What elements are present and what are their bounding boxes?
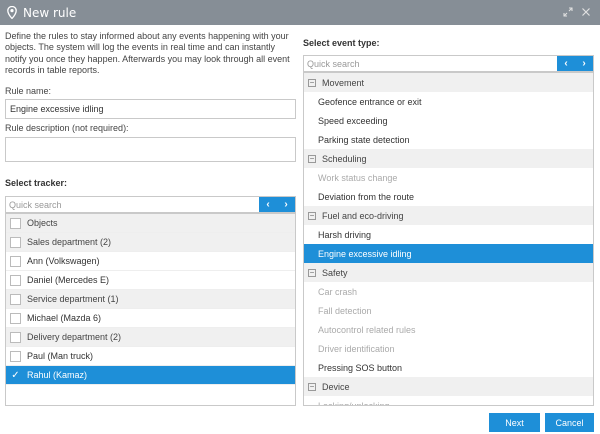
tracker-item-row[interactable]: ✓ Rahul (Kamaz) xyxy=(6,366,295,385)
tracker-group-label: Delivery department (2) xyxy=(27,332,122,342)
left-panel: Define the rules to stay informed about … xyxy=(5,31,296,81)
event-search-input[interactable]: Quick search xyxy=(304,59,557,69)
row-checkbox[interactable] xyxy=(10,331,21,343)
event-item-label: Locking/unlocking xyxy=(318,400,390,406)
title-bar: New rule xyxy=(0,0,600,25)
check-icon[interactable]: ✓ xyxy=(10,370,21,381)
event-item-driver-identification: Driver identification xyxy=(304,339,593,358)
event-item-label: Autocontrol related rules xyxy=(318,324,416,335)
tracker-group-label: Service department (1) xyxy=(27,294,119,304)
event-item-parking-state-detection[interactable]: Parking state detection xyxy=(304,130,593,149)
tracker-search[interactable]: Quick search ‹ › xyxy=(5,196,296,213)
tracker-list: Objects Sales department (2) Ann (Volkswa… xyxy=(5,213,296,406)
event-category-label: Device xyxy=(322,381,350,392)
event-item-geofence-entrance-or-exit[interactable]: Geofence entrance or exit xyxy=(304,92,593,111)
event-item-label: Geofence entrance or exit xyxy=(318,96,422,107)
event-category-movement[interactable]: − Movement xyxy=(304,73,593,92)
event-item-engine-excessive-idling[interactable]: Engine excessive idling xyxy=(304,244,593,263)
select-tracker-label: Select tracker: xyxy=(5,178,68,188)
event-item-autocontrol-related-rules: Autocontrol related rules xyxy=(304,320,593,339)
objects-header-row[interactable]: Objects xyxy=(6,214,295,233)
tracker-item-row[interactable]: Daniel (Mercedes E) xyxy=(6,271,295,290)
event-category-scheduling[interactable]: − Scheduling xyxy=(304,149,593,168)
event-category-label: Movement xyxy=(322,77,365,88)
map-pin-icon xyxy=(6,6,18,20)
row-checkbox[interactable] xyxy=(10,312,21,324)
event-item-label: Deviation from the route xyxy=(318,191,415,202)
event-item-deviation-from-the-route[interactable]: Deviation from the route xyxy=(304,187,593,206)
event-item-locking-unlocking: Locking/unlocking xyxy=(304,396,593,406)
minus-icon[interactable]: − xyxy=(308,78,316,87)
event-pager[interactable]: ‹ › xyxy=(557,56,593,71)
minus-icon[interactable]: − xyxy=(308,382,316,391)
tracker-item-row[interactable]: Paul (Man truck) xyxy=(6,347,295,366)
expand-icon[interactable] xyxy=(562,6,574,18)
window-title: New rule xyxy=(23,5,77,20)
event-item-label: Engine excessive idling xyxy=(318,248,412,259)
chevron-left-icon[interactable]: ‹ xyxy=(564,58,567,69)
event-item-fall-detection: Fall detection xyxy=(304,301,593,320)
row-checkbox[interactable] xyxy=(10,350,21,362)
row-checkbox[interactable] xyxy=(10,293,21,305)
tracker-item-label: Daniel (Mercedes E) xyxy=(27,275,110,285)
close-icon[interactable] xyxy=(580,6,592,18)
event-category-device[interactable]: − Device xyxy=(304,377,593,396)
minus-icon[interactable]: − xyxy=(308,211,316,220)
rule-name-input[interactable]: Engine excessive idling xyxy=(5,99,296,119)
tracker-pager[interactable]: ‹ › xyxy=(259,197,295,212)
event-item-label: Car crash xyxy=(318,286,358,297)
tracker-item-label: Rahul (Kamaz) xyxy=(27,370,88,380)
event-item-label: Fall detection xyxy=(318,305,372,316)
event-item-car-crash: Car crash xyxy=(304,282,593,301)
event-item-speed-exceeding[interactable]: Speed exceeding xyxy=(304,111,593,130)
minus-icon[interactable]: − xyxy=(308,154,316,163)
event-category-label: Safety xyxy=(322,267,348,278)
tracker-group-row[interactable]: Service department (1) xyxy=(6,290,295,309)
rule-name-label: Rule name: xyxy=(5,86,52,96)
select-all-checkbox[interactable] xyxy=(10,217,21,229)
event-item-pressing-sos-button[interactable]: Pressing SOS button xyxy=(304,358,593,377)
next-button[interactable]: Next xyxy=(489,413,540,432)
event-item-work-status-change: Work status change xyxy=(304,168,593,187)
event-category-fuel-and-eco-driving[interactable]: − Fuel and eco-driving xyxy=(304,206,593,225)
event-item-label: Driver identification xyxy=(318,343,395,354)
chevron-left-icon[interactable]: ‹ xyxy=(266,199,269,210)
tracker-item-label: Paul (Man truck) xyxy=(27,351,94,361)
event-item-label: Work status change xyxy=(318,172,398,183)
event-category-label: Fuel and eco-driving xyxy=(322,210,404,221)
tracker-item-label: Ann (Volkswagen) xyxy=(27,256,100,266)
event-item-label: Pressing SOS button xyxy=(318,362,403,373)
rule-description-label: Rule description (not required): xyxy=(5,123,129,133)
tracker-item-label: Michael (Mazda 6) xyxy=(27,313,102,323)
rule-intro-text: Define the rules to stay informed about … xyxy=(5,31,290,76)
chevron-right-icon[interactable]: › xyxy=(284,199,287,210)
cancel-button[interactable]: Cancel xyxy=(545,413,594,432)
minus-icon[interactable]: − xyxy=(308,268,316,277)
tracker-group-label: Sales department (2) xyxy=(27,237,112,247)
tracker-group-row[interactable]: Delivery department (2) xyxy=(6,328,295,347)
event-item-label: Harsh driving xyxy=(318,229,372,240)
select-event-type-label: Select event type: xyxy=(303,38,380,48)
event-search[interactable]: Quick search ‹ › xyxy=(303,55,594,72)
event-type-list: − Movement Geofence entrance or exit Speed … xyxy=(303,72,594,406)
event-item-label: Speed exceeding xyxy=(318,115,388,126)
tracker-item-row[interactable]: Ann (Volkswagen) xyxy=(6,252,295,271)
event-item-label: Parking state detection xyxy=(318,134,410,145)
objects-header-label: Objects xyxy=(27,218,58,228)
row-checkbox[interactable] xyxy=(10,236,21,248)
row-checkbox[interactable] xyxy=(10,255,21,267)
tracker-search-input[interactable]: Quick search xyxy=(6,200,259,210)
row-checkbox[interactable] xyxy=(10,274,21,286)
event-category-safety[interactable]: − Safety xyxy=(304,263,593,282)
event-category-label: Scheduling xyxy=(322,153,367,164)
rule-description-input[interactable] xyxy=(5,137,296,162)
tracker-item-row[interactable]: Michael (Mazda 6) xyxy=(6,309,295,328)
chevron-right-icon[interactable]: › xyxy=(582,58,585,69)
tracker-group-row[interactable]: Sales department (2) xyxy=(6,233,295,252)
event-item-harsh-driving[interactable]: Harsh driving xyxy=(304,225,593,244)
